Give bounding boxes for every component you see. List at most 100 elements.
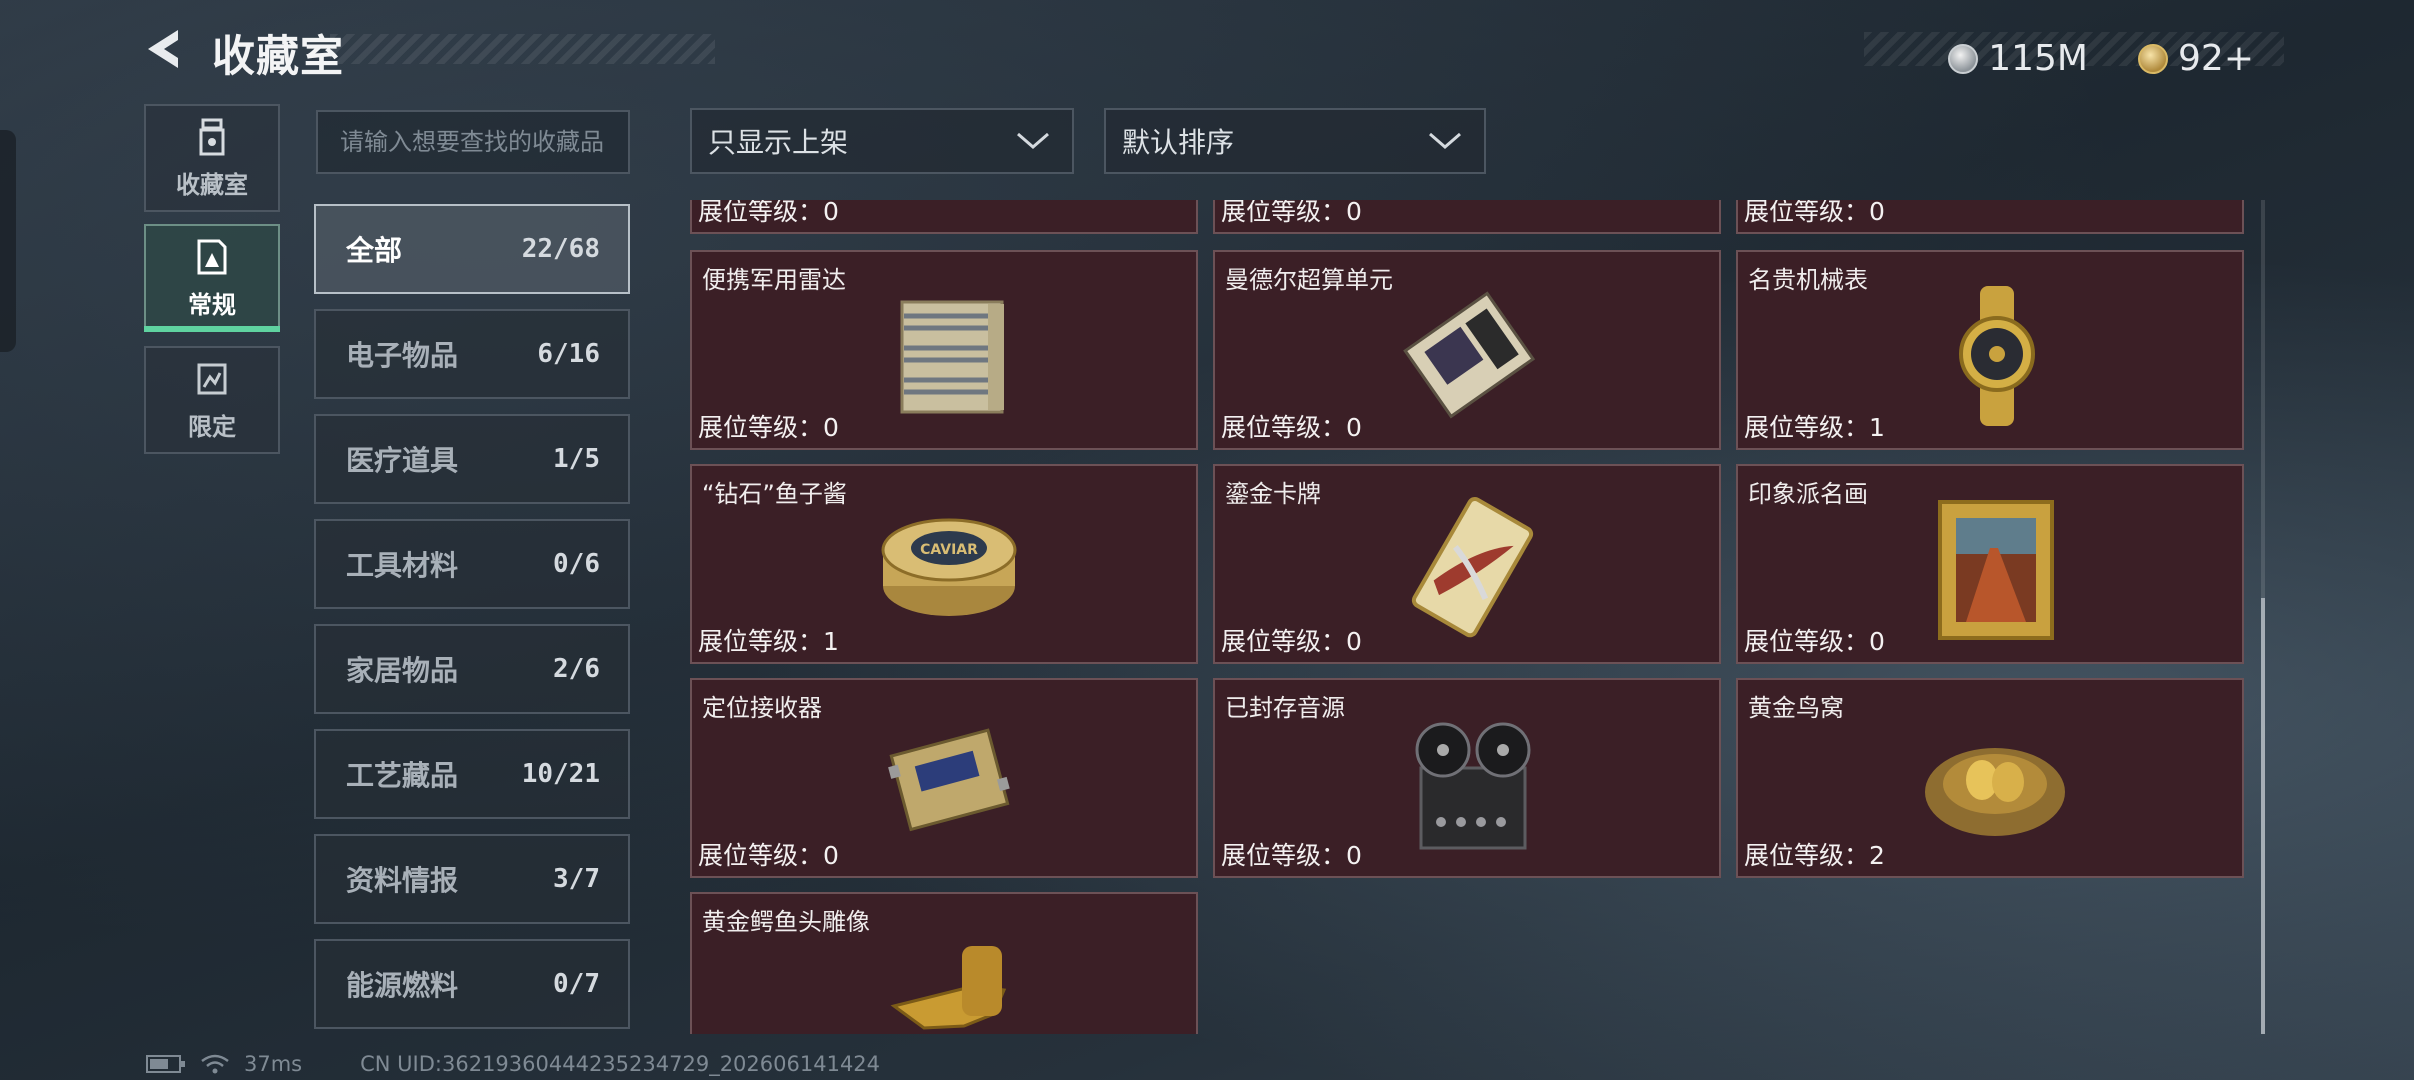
collection-card[interactable]: 名贵机械表 展位等级：1 — [1736, 250, 2244, 450]
booth-level: 展位等级：2 — [1744, 841, 1885, 870]
gilded-card-icon — [1411, 497, 1534, 638]
chevron-down-icon — [1017, 132, 1049, 149]
subcategory-household[interactable]: 家居物品 2/6 — [314, 624, 630, 714]
currency-silver-value: 115M — [1988, 38, 2088, 79]
booth-level: 展位等级：0 — [1221, 841, 1362, 870]
subcategory-count: 6/16 — [537, 339, 600, 369]
header: 收藏室 115M 92+ — [140, 20, 2284, 82]
subcategory-name: 工具材料 — [346, 549, 459, 582]
military-radar-icon — [900, 300, 1004, 414]
subcategory-all[interactable]: 全部 22/68 — [314, 204, 630, 294]
battery-icon — [146, 1055, 185, 1073]
collection-card[interactable]: 黄金鸟窝 展位等级：2 — [1736, 678, 2244, 878]
page-title: 收藏室 — [212, 32, 344, 82]
subcategory-name: 能源燃料 — [346, 969, 459, 1002]
booth-level: 展位等级：0 — [1221, 200, 1362, 226]
side-handle[interactable] — [0, 130, 16, 352]
subcategory-count: 0/6 — [553, 549, 600, 579]
luxury-watch-icon — [1959, 286, 2035, 426]
currency-gold-value: 92+ — [2178, 38, 2254, 79]
caviar-label: CAVIAR — [920, 542, 978, 558]
subcategory-medical[interactable]: 医疗道具 1/5 — [314, 414, 630, 504]
regular-icon — [197, 239, 227, 274]
tab-limited[interactable]: 限定 — [144, 346, 280, 454]
golden-nest-icon — [1925, 748, 2065, 836]
item-name: 黄金鳄鱼头雕像 — [702, 908, 870, 936]
subcategory-intel[interactable]: 资料情报 3/7 — [314, 834, 630, 924]
sort-dropdown[interactable]: 默认排序 — [1104, 108, 1486, 174]
gold-coin-icon — [2138, 43, 2169, 74]
item-name: 已封存音源 — [1225, 694, 1345, 722]
tab-regular[interactable]: 常规 — [144, 224, 280, 332]
booth-level: 展位等级：0 — [1221, 413, 1362, 442]
collection-card[interactable]: 黄金鳄鱼头雕像 — [690, 892, 1198, 1034]
shelf-filter-dropdown[interactable]: 只显示上架 — [690, 108, 1074, 174]
user-uid: CN UID:362193604442352347​29_20260614142… — [360, 1052, 881, 1076]
status-footer: 37ms CN UID:362193604442352347​29_202606… — [146, 1052, 880, 1076]
tab-collection-room[interactable]: 收藏室 — [144, 104, 280, 212]
collection-card[interactable]: 展位等级：0 — [690, 200, 1198, 234]
subcategory-electronics[interactable]: 电子物品 6/16 — [314, 309, 630, 399]
currency-gold[interactable]: 92+ — [2138, 38, 2254, 79]
item-name: 便携军用雷达 — [702, 266, 846, 294]
collection-card[interactable]: 鎏金卡牌 展位等级：0 — [1213, 464, 1721, 664]
wifi-icon — [201, 1054, 229, 1074]
collection-grid[interactable]: 展位等级：0 展位等级：0 展位等级：0 便携军用雷达 展位等级：0 曼德尔超算… — [690, 200, 2260, 1034]
collection-card[interactable]: 曼德尔超算单元 展位等级：0 — [1213, 250, 1721, 450]
subcategory-energy[interactable]: 能源燃料 0/7 — [314, 939, 630, 1029]
sort-value: 默认排序 — [1122, 126, 1235, 159]
limited-icon — [197, 363, 227, 394]
item-name: 名贵机械表 — [1748, 266, 1868, 294]
golden-crocodile-statue-icon — [890, 946, 1007, 1030]
currency-bar: 115M 92+ — [1864, 32, 2284, 79]
subcategory-name: 电子物品 — [346, 339, 459, 372]
booth-level: 展位等级：0 — [698, 413, 839, 442]
back-button[interactable] — [140, 24, 186, 74]
tab-label: 常规 — [188, 290, 236, 319]
currency-silver: 115M — [1948, 38, 2088, 79]
subcategory-name: 资料情报 — [346, 864, 459, 897]
grid-scrollbar[interactable] — [2261, 200, 2265, 1034]
collection-card[interactable]: 已封存音源 展位等级：0 — [1213, 678, 1721, 878]
subcategory-name: 工艺藏品 — [346, 759, 459, 792]
subcategory-count: 1/5 — [553, 444, 600, 474]
back-arrow-icon — [148, 30, 178, 68]
chevron-down-icon — [1429, 132, 1461, 149]
booth-level: 展位等级：0 — [698, 841, 839, 870]
booth-level: 展位等级：1 — [698, 627, 839, 656]
search-box[interactable] — [316, 110, 630, 174]
positioning-receiver-icon — [888, 728, 1010, 832]
collection-card[interactable]: “钻石”鱼子酱 CAVIAR 展位等级：1 — [690, 464, 1198, 664]
subcategory-count: 3/7 — [553, 864, 600, 894]
booth-level: 展位等级：0 — [1221, 627, 1362, 656]
subcategory-tools[interactable]: 工具材料 0/6 — [314, 519, 630, 609]
ping-value: 37ms — [244, 1052, 303, 1076]
item-name: 印象派名画 — [1748, 480, 1868, 508]
collection-card[interactable]: 印象派名画 展位等级：0 — [1736, 464, 2244, 664]
subcategory-count: 2/6 — [553, 654, 600, 684]
caviar-tin-icon: CAVIAR — [881, 518, 1017, 616]
collection-card[interactable]: 展位等级：0 — [1213, 200, 1721, 234]
supercomputer-unit-icon — [1403, 291, 1536, 419]
scrollbar-thumb[interactable] — [2261, 598, 2265, 1034]
shelf-filter-value: 只显示上架 — [708, 126, 849, 159]
collection-card[interactable]: 展位等级：0 — [1736, 200, 2244, 234]
item-name: 鎏金卡牌 — [1225, 480, 1321, 508]
subcategory-crafts[interactable]: 工艺藏品 10/21 — [314, 729, 630, 819]
subcategory-count: 10/21 — [521, 759, 600, 789]
item-name: 定位接收器 — [702, 694, 822, 722]
tab-label: 限定 — [188, 412, 236, 441]
item-name: “钻石”鱼子酱 — [702, 480, 847, 508]
collection-card[interactable]: 便携军用雷达 展位等级：0 — [690, 250, 1198, 450]
item-name: 曼德尔超算单元 — [1225, 266, 1393, 294]
tab-label: 收藏室 — [176, 170, 248, 199]
search-input[interactable] — [318, 112, 628, 172]
collection-room-icon — [199, 118, 225, 155]
booth-level: 展位等级：1 — [1744, 413, 1885, 442]
item-name: 黄金鸟窝 — [1748, 694, 1844, 722]
title-decoration — [330, 34, 715, 64]
subcategory-name: 全部 — [346, 234, 403, 267]
collection-card[interactable]: 定位接收器 展位等级：0 — [690, 678, 1198, 878]
reel-to-reel-recorder-icon — [1415, 722, 1531, 850]
subcategory-name: 家居物品 — [346, 654, 459, 687]
